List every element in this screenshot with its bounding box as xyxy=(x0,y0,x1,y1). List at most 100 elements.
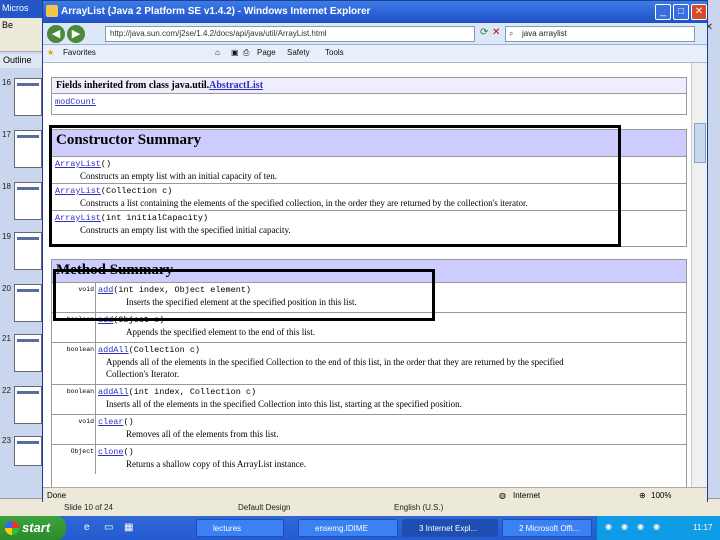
page-menu[interactable]: Page xyxy=(257,48,276,57)
ppt-toolbar xyxy=(0,34,44,52)
task-ensemg[interactable]: ensemg.IDIME xyxy=(298,519,398,537)
start-button[interactable]: start xyxy=(0,516,66,540)
method-desc: Removes all of the elements from this li… xyxy=(126,429,279,439)
favorites-button[interactable]: Favorites xyxy=(63,48,96,57)
slide-thumbnail[interactable] xyxy=(14,182,42,220)
ppt-slide-pane: Micros Be Outline 16 17 18 19 20 21 22 2… xyxy=(0,0,44,498)
method-link[interactable]: clear xyxy=(98,417,124,427)
close-button[interactable]: ✕ xyxy=(691,4,707,20)
windows-logo-icon xyxy=(5,521,19,535)
minimize-button[interactable]: _ xyxy=(655,4,671,20)
quicklaunch-app-icon[interactable]: ▦ xyxy=(124,522,133,533)
task-lectures[interactable]: lectures xyxy=(196,519,284,537)
method-return-type: void xyxy=(78,418,94,425)
method-row: boolean addAll(int index, Collection c) … xyxy=(52,384,686,414)
method-params: () xyxy=(123,447,134,457)
method-desc: Appends the specified element to the end… xyxy=(126,327,315,337)
slide-number: 20 xyxy=(2,284,11,293)
method-params: () xyxy=(123,417,134,427)
search-icon: ⌕ xyxy=(509,29,514,38)
method-desc-continued: Collection's Iterator. xyxy=(106,369,180,379)
slide-thumbnail[interactable] xyxy=(14,436,42,466)
slide-thumbnail[interactable] xyxy=(14,130,42,168)
zoom-level[interactable]: 100% xyxy=(651,491,671,500)
status-text: Done xyxy=(47,491,67,500)
method-row: Object clone() Returns a shallow copy of… xyxy=(52,444,686,474)
slide-number: 21 xyxy=(2,334,11,343)
safety-menu[interactable]: Safety xyxy=(287,48,310,57)
page-content: Fields inherited from class java.util.Ab… xyxy=(43,63,691,487)
feeds-icon[interactable]: ▣ xyxy=(231,48,239,57)
status-language: English (U.S.) xyxy=(394,503,444,512)
method-return-type: boolean xyxy=(66,346,94,353)
slide-number: 23 xyxy=(2,436,11,445)
security-zone: Internet xyxy=(513,491,541,500)
address-input[interactable]: http://java.sun.com/j2se/1.4.2/docs/api/… xyxy=(105,26,475,42)
slide-number: 19 xyxy=(2,232,11,241)
quicklaunch-desktop-icon[interactable]: ▭ xyxy=(104,522,113,533)
task-microsoft-office[interactable]: 2 Microsoft Offi... xyxy=(502,519,592,537)
slide-number: 16 xyxy=(2,78,11,87)
method-return-type: boolean xyxy=(66,388,94,395)
method-row: void clear() Removes all of the elements… xyxy=(52,414,686,444)
slide-number: 17 xyxy=(2,130,11,139)
forward-button[interactable]: ▶ xyxy=(67,25,85,43)
tray-icon[interactable]: ◉ xyxy=(605,522,612,531)
ppt-window-title: Micros xyxy=(0,0,44,18)
ppt-menu-bar[interactable]: Be xyxy=(0,18,44,34)
ie-titlebar[interactable]: ArrayList (Java 2 Platform SE v1.4.2) - … xyxy=(43,1,707,23)
vertical-scrollbar[interactable] xyxy=(691,63,707,487)
print-icon[interactable]: ⎙ xyxy=(243,48,249,58)
method-link[interactable]: addAll xyxy=(98,387,129,397)
zoom-icon: ⊕ xyxy=(639,491,646,500)
tray-icon[interactable]: ◉ xyxy=(653,522,660,531)
modcount-link[interactable]: modCount xyxy=(55,97,96,107)
method-row: boolean addAll(Collection c) Appends all… xyxy=(52,342,686,384)
taskbar: start e ▭ ▦ lectures ensemg.IDIME 3 Inte… xyxy=(0,516,720,540)
ie-logo-icon xyxy=(46,5,58,17)
slide-thumbnail[interactable] xyxy=(14,334,42,372)
method-link[interactable]: clone xyxy=(98,447,124,457)
inherited-fields-table: Fields inherited from class java.util.Ab… xyxy=(51,77,687,115)
tools-menu[interactable]: Tools xyxy=(325,48,344,57)
method-link[interactable]: addAll xyxy=(98,345,129,355)
inherited-label: Fields inherited from class java.util. xyxy=(56,80,210,91)
ppt-outline-tab[interactable]: Outline xyxy=(0,54,44,68)
slide-number: 22 xyxy=(2,386,11,395)
slide-thumbnail[interactable] xyxy=(14,78,42,116)
stop-icon[interactable]: ✕ xyxy=(492,27,500,38)
globe-icon: ◍ xyxy=(499,491,506,500)
ie-window-title: ArrayList (Java 2 Platform SE v1.4.2) - … xyxy=(61,6,371,17)
favorites-toolbar: ★ Favorites ⌂ ▣ ⎙ Page Safety Tools xyxy=(43,45,707,63)
method-return-type: Object xyxy=(70,448,94,455)
abstractlist-link[interactable]: AbstractList xyxy=(209,80,263,91)
ie-status-bar: Done ◍ Internet ⊕ 100% xyxy=(43,487,707,503)
slide-thumbnail[interactable] xyxy=(14,284,42,322)
scrollbar-thumb[interactable] xyxy=(694,123,706,163)
quicklaunch-ie-icon[interactable]: e xyxy=(84,522,90,533)
start-label: start xyxy=(22,520,51,535)
task-internet-explorer[interactable]: 3 Internet Expl... xyxy=(402,519,498,537)
method-desc: Appends all of the elements in the speci… xyxy=(106,357,564,367)
slide-thumbnail[interactable] xyxy=(14,386,42,424)
tray-icon[interactable]: ◉ xyxy=(621,522,628,531)
refresh-icon[interactable]: ⟳ xyxy=(480,27,488,38)
tray-icon[interactable]: ◉ xyxy=(637,522,644,531)
constructor-highlight-box xyxy=(49,125,621,247)
home-icon[interactable]: ⌂ xyxy=(215,48,220,57)
maximize-button[interactable]: □ xyxy=(673,4,689,20)
address-bar-row: ◀ ▶ http://java.sun.com/j2se/1.4.2/docs/… xyxy=(43,23,707,45)
status-design: Default Design xyxy=(238,503,291,512)
clock: 11:17 xyxy=(693,523,713,532)
status-slide-count: Slide 10 of 24 xyxy=(64,503,113,512)
method-params: (int index, Collection c) xyxy=(128,387,257,397)
star-icon[interactable]: ★ xyxy=(47,48,54,57)
ie-window: ArrayList (Java 2 Platform SE v1.4.2) - … xyxy=(42,0,708,503)
slide-number: 18 xyxy=(2,182,11,191)
back-button[interactable]: ◀ xyxy=(47,25,65,43)
add-method-highlight-box xyxy=(53,269,435,321)
method-desc: Returns a shallow copy of this ArrayList… xyxy=(126,459,306,469)
method-params: (Collection c) xyxy=(128,345,201,355)
search-input[interactable]: java arraylist xyxy=(505,26,695,42)
slide-thumbnail[interactable] xyxy=(14,232,42,270)
